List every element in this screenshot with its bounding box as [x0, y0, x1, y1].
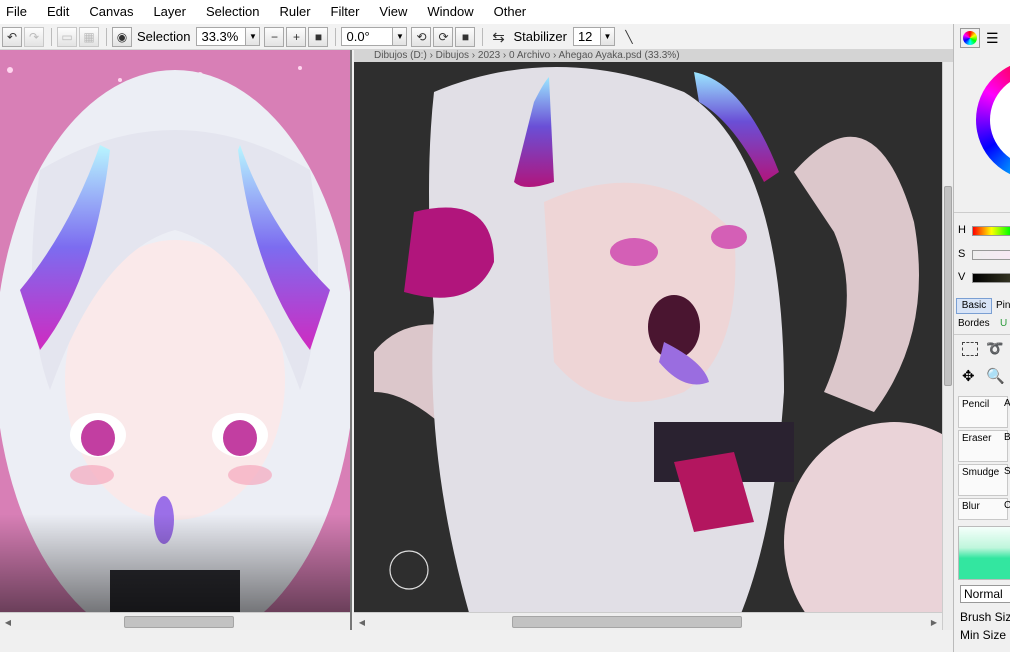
menu-window[interactable]: Window — [421, 0, 481, 24]
reference-horizontal-scrollbar[interactable]: ◀ — [0, 612, 350, 630]
rotation-reset-icon[interactable]: ■ — [455, 26, 476, 47]
redo-icon[interactable]: ↷ — [24, 26, 44, 47]
scroll-thumb[interactable] — [124, 616, 234, 628]
tab-pin[interactable]: Pin — [996, 300, 1010, 311]
menu-other[interactable]: Other — [488, 0, 535, 24]
undo-icon[interactable]: ↶ — [2, 26, 22, 47]
main-horizontal-scrollbar[interactable]: ◀ ▶ — [354, 612, 953, 630]
deselect-icon[interactable]: ▭ — [57, 26, 77, 47]
tool-label: C — [1004, 500, 1010, 511]
zoom-out-icon[interactable]: − — [264, 26, 285, 47]
zoom-in-icon[interactable]: + — [286, 26, 307, 47]
menu-lines-icon[interactable]: ☰ — [986, 30, 999, 47]
menu-canvas[interactable]: Canvas — [83, 0, 141, 24]
menu-ruler[interactable]: Ruler — [273, 0, 318, 24]
selection-label: Selection — [137, 29, 191, 44]
hue-label: H — [958, 224, 966, 236]
scroll-right-icon[interactable]: ▶ — [928, 616, 940, 628]
stabilizer-input[interactable]: 12 — [572, 27, 601, 46]
saturation-label: S — [958, 248, 966, 260]
rect-select-icon[interactable] — [962, 342, 978, 356]
smudge-tool[interactable]: Smudge — [958, 464, 1008, 496]
menu-layer[interactable]: Layer — [147, 0, 194, 24]
menu-bar: File Edit Canvas Layer Selection Ruler F… — [0, 0, 1010, 24]
menu-file[interactable]: File — [0, 0, 35, 24]
menu-edit[interactable]: Edit — [41, 0, 77, 24]
scroll-thumb[interactable] — [944, 186, 952, 386]
divider — [106, 27, 107, 46]
lasso-icon[interactable]: ➰ — [986, 340, 1003, 357]
divider — [335, 27, 337, 46]
scroll-left-icon[interactable]: ◀ — [356, 616, 368, 628]
rotation-input[interactable]: 0.0° — [341, 27, 394, 46]
menu-selection[interactable]: Selection — [200, 0, 267, 24]
scroll-left-icon[interactable]: ◀ — [2, 616, 14, 628]
color-wheel[interactable] — [976, 60, 1010, 180]
tab-basic[interactable]: Basic — [956, 298, 992, 314]
tool-label: S — [1004, 466, 1010, 477]
zoom-tool-icon[interactable]: 🔍 — [986, 367, 1005, 385]
saturation-slider[interactable] — [972, 250, 1010, 260]
eraser-tool[interactable]: Eraser — [958, 430, 1008, 462]
tool-label: B — [1004, 432, 1010, 443]
tool-label: Blur — [962, 501, 980, 512]
move-icon[interactable]: ✥ — [962, 367, 975, 385]
value-label: V — [958, 271, 966, 283]
tool-label: A — [1004, 398, 1010, 409]
tab-bordes[interactable]: Bordes — [958, 318, 990, 329]
zoom-reset-icon[interactable]: ■ — [308, 26, 329, 47]
menu-view[interactable]: View — [373, 0, 415, 24]
tab-u[interactable]: U — [1000, 318, 1007, 329]
brush-preview — [958, 526, 1010, 580]
min-size-label: Min Size — [960, 628, 1007, 642]
main-artwork — [354, 62, 953, 630]
blend-mode-select[interactable]: Normal — [960, 585, 1010, 603]
rotate-right-icon[interactable]: ⟳ — [433, 26, 454, 47]
main-canvas[interactable]: Dibujos (D:) › Dibujos › 2023 › 0 Archiv… — [354, 50, 953, 630]
toolbar: ↶ ↷ ▭ ▦ ◉ Selection 33.3% ▼ − + ■ 0.0° ▼… — [0, 24, 953, 50]
main-vertical-scrollbar[interactable] — [942, 62, 953, 630]
canvas-titlebar: Dibujos (D:) › Dibujos › 2023 › 0 Archiv… — [354, 50, 953, 62]
eye-icon[interactable]: ◉ — [112, 26, 132, 47]
menu-filter[interactable]: Filter — [325, 0, 368, 24]
value-slider[interactable] — [972, 273, 1010, 283]
divider — [51, 27, 52, 46]
stabilizer-dropdown-icon[interactable]: ▼ — [600, 27, 615, 46]
side-panel: ☰ H S V Basic Pin Bordes U ➰ ✥ 🔍 Pencil … — [953, 24, 1010, 652]
reference-canvas[interactable]: ◀ — [0, 50, 352, 630]
tool-label: Smudge — [962, 467, 1000, 478]
zoom-input[interactable]: 33.3% — [196, 27, 247, 46]
reference-artwork — [0, 50, 350, 630]
flip-horizontal-icon[interactable]: ⇆ — [488, 27, 508, 47]
stabilizer-label: Stabilizer — [513, 29, 567, 44]
color-wheel-tab-icon[interactable] — [960, 28, 980, 48]
tool-label: Eraser — [962, 433, 992, 444]
scroll-thumb[interactable] — [512, 616, 742, 628]
invert-selection-icon[interactable]: ▦ — [79, 26, 99, 47]
zoom-dropdown-icon[interactable]: ▼ — [246, 27, 261, 46]
rotate-left-icon[interactable]: ⟲ — [411, 26, 432, 47]
rotation-dropdown-icon[interactable]: ▼ — [393, 27, 408, 46]
blur-tool[interactable]: Blur — [958, 498, 1008, 520]
brush-size-label: Brush Size — [960, 610, 1010, 624]
pencil-tool[interactable]: Pencil — [958, 396, 1008, 428]
hue-slider[interactable] — [972, 226, 1010, 236]
tool-label: Pencil — [962, 399, 990, 410]
divider — [482, 27, 484, 46]
line-tool-icon[interactable]: ╲ — [619, 27, 639, 47]
